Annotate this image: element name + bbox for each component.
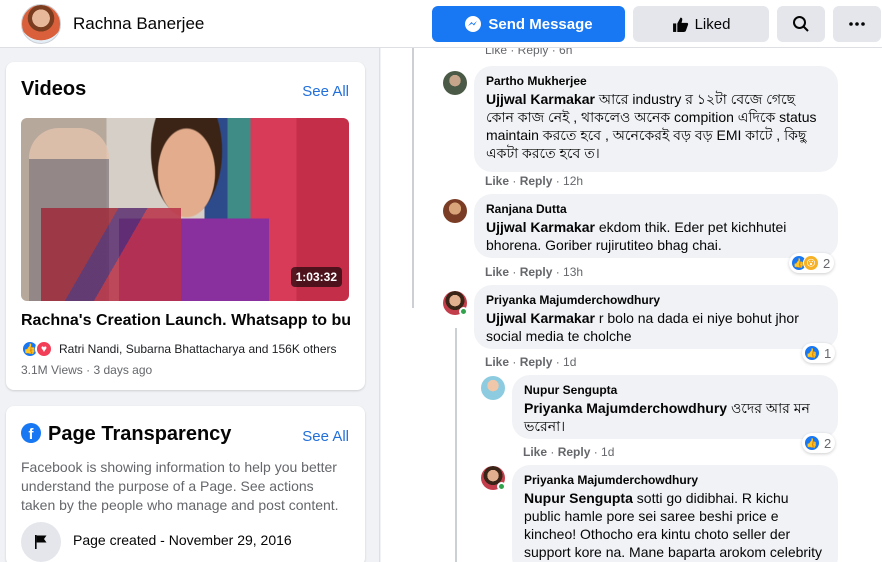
- comment-mention[interactable]: Ujjwal Karmakar: [486, 219, 595, 235]
- comment-text: Ujjwal Karmakar ekdom thik. Eder pet kic…: [486, 218, 826, 254]
- comment-actions: Like · Reply · 1d: [523, 445, 615, 459]
- online-status-dot: [459, 307, 468, 316]
- online-status-dot: [497, 482, 506, 491]
- reply-link[interactable]: Reply: [520, 265, 553, 279]
- like-link[interactable]: Like: [485, 355, 509, 369]
- reaction-count: 2: [824, 435, 832, 451]
- partial-comment-actions[interactable]: Like · Reply · 6h: [485, 48, 572, 57]
- video-meta: 3.1M Views · 3 days ago: [21, 363, 153, 377]
- page-header: Rachna Banerjee Send Message Liked: [0, 0, 882, 48]
- search-button[interactable]: [777, 6, 825, 42]
- wow-reaction-icon: 😮: [803, 255, 819, 271]
- reply-link[interactable]: Reply: [558, 445, 591, 459]
- video-duration: 1:03:32: [290, 267, 342, 287]
- facebook-logo-icon: f: [21, 423, 41, 443]
- avatar[interactable]: [443, 71, 467, 95]
- comment-text: Ujjwal Karmakar r bolo na dada ei niye b…: [486, 309, 826, 345]
- comment-actions: Like · Reply · 12h: [485, 174, 584, 188]
- love-reaction-icon: ♥: [35, 340, 53, 358]
- comment-time[interactable]: 13h: [563, 265, 583, 279]
- column-divider: [379, 48, 380, 562]
- comments-feed: Like · Reply · 6h Partho Mukherjee Ujjwa…: [381, 48, 882, 562]
- avatar[interactable]: [443, 199, 467, 223]
- comment-actions: Like · Reply · 1d: [485, 355, 577, 369]
- messenger-icon: [465, 16, 482, 32]
- more-horizontal-icon: [849, 22, 865, 26]
- liked-label: Liked: [694, 15, 731, 33]
- comment-time[interactable]: 1d: [563, 355, 576, 369]
- comment-mention[interactable]: Nupur Sengupta: [524, 490, 633, 506]
- reaction-count: 1: [824, 345, 832, 361]
- video-reactions[interactable]: 👍 ♥ Ratri Nandi, Subarna Bhattacharya an…: [21, 340, 337, 358]
- comment-mention[interactable]: Priyanka Majumderchowdhury: [524, 400, 727, 416]
- transparency-description: Facebook is showing information to help …: [21, 459, 339, 513]
- like-link[interactable]: Like: [485, 174, 509, 188]
- liked-button[interactable]: Liked: [633, 6, 769, 42]
- comment-author[interactable]: Priyanka Majumderchowdhury: [486, 293, 826, 307]
- like-reaction-icon: 👍: [804, 345, 820, 361]
- thread-connector: [412, 48, 414, 308]
- comment-time[interactable]: 1d: [601, 445, 614, 459]
- videos-see-all-link[interactable]: See All: [302, 83, 349, 100]
- page-created-date: Page created - November 29, 2016: [73, 532, 292, 548]
- like-link[interactable]: Like: [523, 445, 547, 459]
- comment-text: Ujjwal Karmakar আরে industry র ১২টা বেজে…: [486, 90, 826, 162]
- comment-actions: Like · Reply · 13h: [485, 265, 584, 279]
- comment-mention[interactable]: Ujjwal Karmakar: [486, 310, 595, 326]
- comment-text: Nupur Sengupta sotti go didibhai. R kich…: [524, 489, 826, 562]
- videos-title: Videos: [21, 78, 87, 100]
- video-thumbnail[interactable]: 1:03:32: [21, 118, 349, 301]
- like-link[interactable]: Like: [485, 265, 509, 279]
- page-avatar[interactable]: [21, 4, 61, 44]
- like-reaction-icon: 👍: [804, 435, 820, 451]
- thumbs-up-icon: [672, 17, 688, 32]
- more-options-button[interactable]: [833, 6, 881, 42]
- reply-bubble: Nupur Sengupta Priyanka Majumderchowdhur…: [512, 375, 838, 439]
- reaction-count: 2: [823, 255, 831, 271]
- search-icon: [793, 16, 809, 32]
- comment-author[interactable]: Ranjana Dutta: [486, 202, 826, 216]
- comment-bubble: Priyanka Majumderchowdhury Ujjwal Karmak…: [474, 285, 838, 349]
- page-name[interactable]: Rachna Banerjee: [73, 14, 204, 34]
- videos-card: Videos See All 1:03:32 Rachna's Creation…: [6, 62, 365, 390]
- reply-thread-connector: [455, 328, 457, 562]
- reply-link[interactable]: Reply: [520, 174, 553, 188]
- comment-bubble: Partho Mukherjee Ujjwal Karmakar আরে ind…: [474, 66, 838, 172]
- comment-reaction-badge[interactable]: 👍 1: [802, 343, 836, 363]
- send-message-button[interactable]: Send Message: [432, 6, 625, 42]
- comment-time[interactable]: 12h: [563, 174, 583, 188]
- comment-mention[interactable]: Ujjwal Karmakar: [486, 91, 595, 107]
- video-title[interactable]: Rachna's Creation Launch. Whatsapp to bu…: [21, 312, 351, 330]
- comment-bubble: Ranjana Dutta Ujjwal Karmakar ekdom thik…: [474, 194, 838, 258]
- flag-icon: [21, 522, 61, 562]
- avatar[interactable]: [481, 376, 505, 400]
- thumbnail-saree: [41, 208, 181, 301]
- reactions-text: Ratri Nandi, Subarna Bhattacharya and 15…: [59, 342, 337, 356]
- reply-link[interactable]: Reply: [520, 355, 553, 369]
- transparency-see-all-link[interactable]: See All: [302, 428, 349, 445]
- comment-reaction-badge[interactable]: 👍 2: [802, 433, 836, 453]
- send-message-label: Send Message: [488, 15, 593, 33]
- comment-reaction-badge[interactable]: 👍 😮 2: [789, 253, 835, 273]
- comment-author[interactable]: Partho Mukherjee: [486, 74, 826, 88]
- comment-text: Priyanka Majumderchowdhury ওদের আর মন ভর…: [524, 399, 826, 435]
- page-transparency-card: f Page Transparency See All Facebook is …: [6, 406, 365, 562]
- comment-author[interactable]: Nupur Sengupta: [524, 383, 826, 397]
- transparency-title: Page Transparency: [48, 423, 232, 445]
- comment-author[interactable]: Priyanka Majumderchowdhury: [524, 473, 826, 487]
- reply-bubble: Priyanka Majumderchowdhury Nupur Sengupt…: [512, 465, 838, 562]
